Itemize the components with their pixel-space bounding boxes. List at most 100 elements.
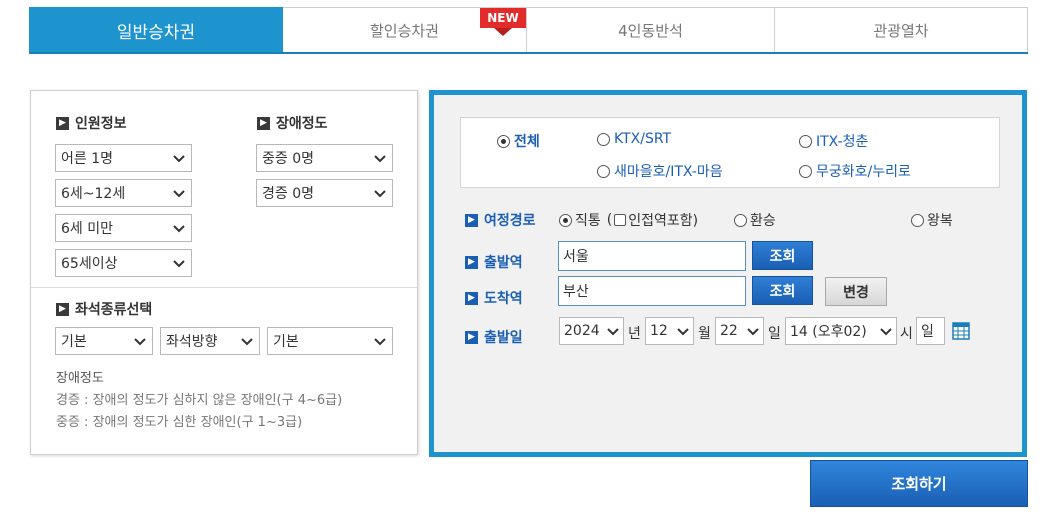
severe-disability-value: 중증 0명 (262, 151, 314, 167)
route-label-text: 여정경로 (484, 213, 536, 229)
hour-select[interactable]: 14 (오후02) (785, 317, 897, 345)
passenger-panel: ▶ 인원정보 ▶ 장애정도 어른 1명 6세~12세 6세 미만 65세이상 중… (30, 90, 418, 455)
arrival-label-text: 도착역 (484, 291, 523, 307)
child-count-select[interactable]: 6세~12세 (55, 179, 192, 207)
hour-unit: 시 (900, 326, 913, 342)
year-unit: 년 (628, 326, 641, 342)
disability-note-title: 장애정도 (56, 371, 104, 386)
chevron-down-icon (677, 328, 689, 336)
day-value: 22 (720, 323, 738, 339)
train-type-itx-cheongchun-radio[interactable]: ITX-청춘 (799, 131, 868, 151)
chevron-down-icon (173, 260, 185, 268)
route-direct-radio[interactable]: 직통 ( 인접역포함) (559, 210, 698, 230)
seat-type-value: 기본 (61, 334, 87, 350)
disability-label: 장애정도 (276, 116, 328, 132)
radio-checked-icon (497, 134, 510, 148)
train-type-ktx-label: KTX/SRT (614, 131, 672, 147)
radio-unchecked-icon (597, 164, 610, 178)
adult-count-select[interactable]: 어른 1명 (55, 144, 192, 172)
departure-lookup-button[interactable]: 조회 (752, 241, 813, 270)
passenger-info-label: 인원정보 (75, 116, 127, 132)
passenger-info-title: ▶ 인원정보 (56, 113, 127, 133)
senior-count-value: 65세이상 (61, 256, 118, 272)
chevron-down-icon (134, 338, 146, 346)
weekday-value: 일 (921, 324, 934, 340)
departure-label: ▶ 출발역 (465, 252, 523, 272)
senior-count-select[interactable]: 65세이상 (55, 249, 192, 277)
year-select[interactable]: 2024 (559, 317, 624, 345)
ticket-type-tabs: 일반승차권 할인승차권 4인동반석 관광열차 (29, 7, 1028, 54)
month-select[interactable]: 12 (645, 317, 694, 345)
arrow-right-icon: ▶ (465, 255, 478, 269)
chevron-down-icon (374, 155, 386, 163)
chevron-down-icon (607, 328, 619, 336)
arrival-station-input[interactable]: 부산 (558, 276, 746, 306)
train-type-all-label: 전체 (514, 134, 540, 150)
adjacent-station-checkbox[interactable] (614, 214, 627, 226)
route-label: ▶ 여정경로 (465, 210, 536, 230)
train-type-itx-cheongchun-label: ITX-청춘 (816, 134, 869, 150)
search-tickets-button[interactable]: 조회하기 (810, 460, 1028, 507)
tab-general-ticket[interactable]: 일반승차권 (29, 7, 283, 52)
route-transfer-radio[interactable]: 환승 (734, 210, 776, 230)
radio-unchecked-icon (799, 164, 812, 178)
section-divider (31, 287, 417, 288)
arrow-right-icon: ▶ (56, 116, 69, 130)
train-type-all-radio[interactable]: 전체 (497, 131, 540, 151)
adult-count-value: 어른 1명 (61, 151, 113, 167)
route-adjacent-label: 인접역포함) (628, 213, 699, 229)
route-direct-label: 직통 (575, 213, 601, 229)
departure-date-label: ▶ 출발일 (465, 327, 523, 347)
route-adjacent-paren: ( (606, 212, 613, 228)
train-type-mugunghwa-label: 무궁화호/누리로 (816, 164, 911, 180)
radio-unchecked-icon (597, 132, 610, 146)
chevron-down-icon (173, 190, 185, 198)
chevron-down-icon (241, 338, 253, 346)
calendar-icon[interactable] (952, 322, 970, 340)
radio-unchecked-icon (911, 213, 924, 227)
infant-count-select[interactable]: 6세 미만 (55, 214, 192, 242)
arrow-right-icon: ▶ (56, 302, 69, 316)
hour-value: 14 (오후02) (790, 324, 867, 340)
chevron-down-icon (173, 225, 185, 233)
seat-position-select[interactable]: 기본 (267, 327, 393, 355)
departure-station-input[interactable]: 서울 (558, 241, 746, 271)
seat-type-label: 좌석종류선택 (75, 302, 153, 318)
swap-stations-button[interactable]: 변경 (825, 277, 887, 306)
month-value: 12 (650, 323, 668, 339)
tab-four-person-seat[interactable]: 4인동반석 (527, 7, 775, 52)
seat-direction-select[interactable]: 좌석방향 (160, 327, 260, 355)
mild-disability-value: 경증 0명 (262, 186, 314, 202)
journey-panel: 전체 KTX/SRT ITX-청춘 새마을호/ITX-마음 무궁화호/누리로 ▶… (429, 90, 1027, 457)
arrival-lookup-button[interactable]: 조회 (752, 276, 813, 305)
seat-type-select[interactable]: 기본 (55, 327, 153, 355)
train-type-saemaeul-radio[interactable]: 새마을호/ITX-마음 (597, 161, 723, 181)
month-unit: 월 (698, 326, 711, 342)
seat-position-value: 기본 (273, 334, 299, 350)
route-round-trip-label: 왕복 (927, 213, 953, 229)
departure-date-label-text: 출발일 (484, 330, 523, 346)
infant-count-value: 6세 미만 (61, 221, 113, 237)
weekday-display: 일 (916, 317, 945, 345)
chevron-down-icon (374, 338, 386, 346)
route-transfer-label: 환승 (750, 213, 776, 229)
departure-station-value: 서울 (563, 249, 589, 265)
arrow-right-icon: ▶ (465, 291, 478, 305)
chevron-down-icon (747, 328, 759, 336)
mild-disability-select[interactable]: 경증 0명 (256, 179, 393, 207)
arrow-right-icon: ▶ (465, 330, 478, 344)
train-type-ktx-radio[interactable]: KTX/SRT (597, 131, 671, 147)
day-select[interactable]: 22 (715, 317, 764, 345)
arrival-station-value: 부산 (563, 284, 589, 300)
tab-tourist-train[interactable]: 관광열차 (775, 7, 1028, 52)
chevron-down-icon (374, 190, 386, 198)
new-badge-label: NEW (480, 8, 526, 28)
departure-label-text: 출발역 (484, 255, 523, 271)
child-count-value: 6세~12세 (61, 186, 126, 202)
train-type-mugunghwa-radio[interactable]: 무궁화호/누리로 (799, 161, 911, 181)
radio-checked-icon (559, 213, 572, 227)
route-round-trip-radio[interactable]: 왕복 (911, 210, 953, 230)
new-badge-tail (494, 28, 512, 36)
seat-direction-value: 좌석방향 (166, 334, 218, 350)
severe-disability-select[interactable]: 중증 0명 (256, 144, 393, 172)
